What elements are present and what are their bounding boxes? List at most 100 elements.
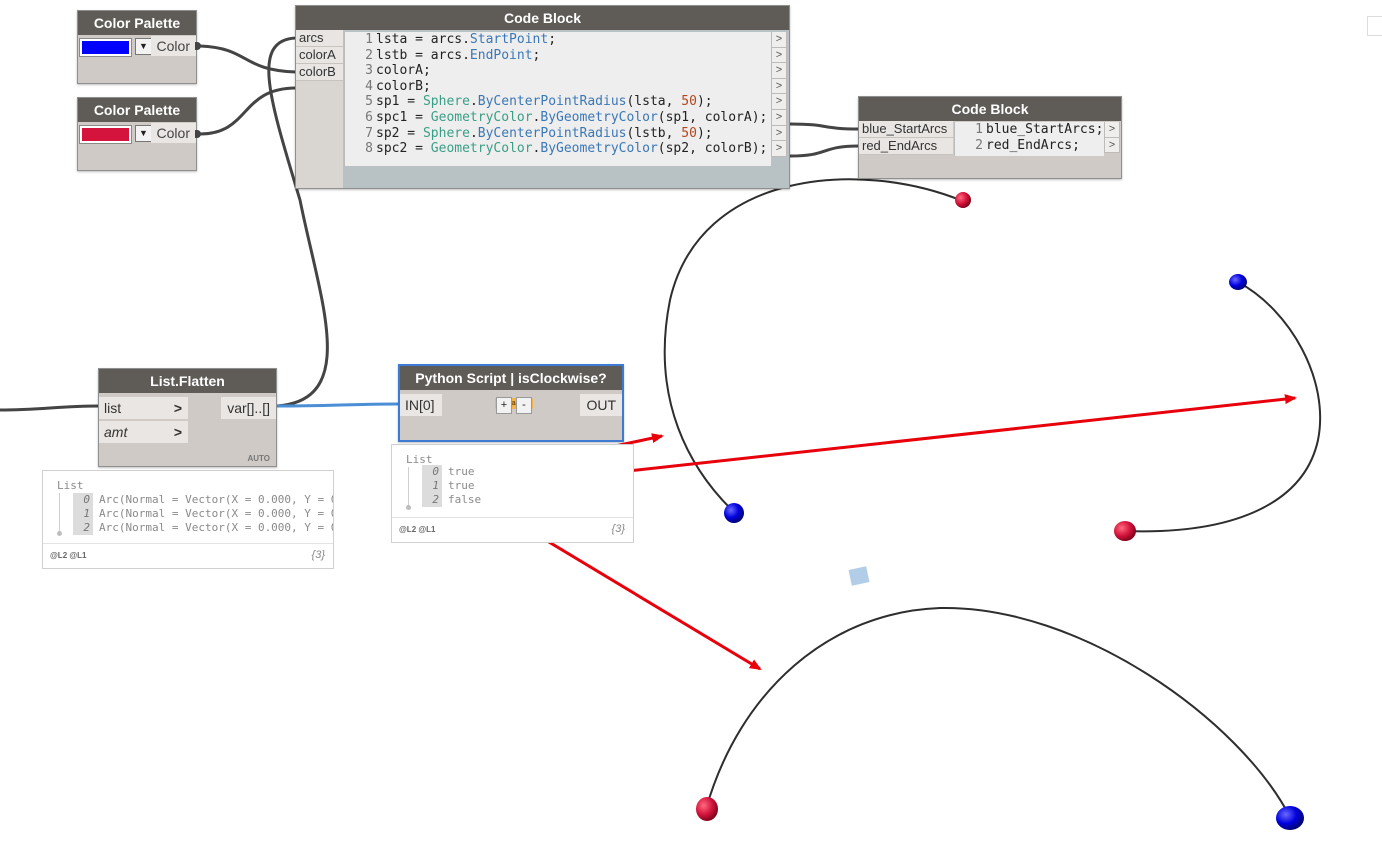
output-port-var[interactable]: var[]..[] — [221, 397, 276, 419]
list-flatten-node[interactable]: List.Flatten list > amt > var[]..[] AUTO — [98, 368, 277, 467]
output-port-line-1[interactable]: > — [771, 32, 787, 48]
input-port-in0[interactable]: IN[0] — [400, 394, 442, 416]
output-port-line-8[interactable]: > — [771, 141, 787, 157]
input-port-list[interactable]: list > — [99, 397, 188, 419]
line-number: 2 — [975, 137, 983, 153]
line-number: 8 — [365, 141, 373, 157]
output-port-color[interactable]: Color — [150, 123, 196, 143]
start-point-sphere-3 — [1276, 806, 1304, 830]
code-line[interactable]: 2 red_EndArcs; — [955, 138, 1104, 154]
chevron-down-icon[interactable]: ▼ — [135, 38, 152, 55]
origin-marker-icon — [848, 566, 870, 586]
list-count: {3} — [311, 549, 325, 561]
code-text[interactable]: sp1 = Sphere.ByCenterPointRadius(lsta, 5… — [376, 94, 713, 109]
input-port-blue-startarcs[interactable]: blue_StartArcs — [859, 121, 953, 138]
output-port-line-6[interactable]: > — [771, 109, 787, 126]
output-port-out[interactable]: OUT — [580, 394, 622, 416]
code-line[interactable]: 7 sp2 = Sphere.ByCenterPointRadius(lstb, … — [345, 126, 771, 142]
output-port-line-5[interactable]: > — [771, 94, 787, 110]
add-input-button[interactable]: + — [496, 397, 512, 414]
list-item: 1 Arc(Normal = Vector(X = 0.000, Y = 0 — [73, 507, 333, 521]
code-line[interactable]: 6 spc1 = GeometryColor.ByGeometryColor(sp… — [345, 110, 771, 126]
arc-geometry-1 — [663, 178, 961, 514]
line-number: 1 — [365, 32, 373, 47]
code-line[interactable]: 8 spc2 = GeometryColor.ByGeometryColor(sp… — [345, 141, 771, 157]
end-point-sphere-3 — [696, 797, 718, 821]
code-line[interactable]: 3 colorA; — [345, 63, 771, 79]
input-port-label: list — [104, 400, 122, 416]
line-number: 7 — [365, 125, 373, 141]
start-point-sphere-2 — [1229, 274, 1247, 290]
list-levels[interactable]: @L2 @L1 — [50, 551, 87, 560]
code-line[interactable]: 5 sp1 = Sphere.ByCenterPointRadius(lsta, … — [345, 94, 771, 110]
node-title: List.Flatten — [99, 369, 276, 393]
code-block-node-output[interactable]: Code Block blue_StartArcs red_EndArcs 1b… — [858, 96, 1122, 179]
code-text[interactable]: colorB; — [376, 79, 431, 94]
node-title: Code Block — [296, 6, 789, 30]
code-text[interactable]: spc1 = GeometryColor.ByGeometryColor(sp1… — [376, 110, 767, 125]
output-port-color[interactable]: Color — [150, 36, 196, 56]
code-text[interactable]: lstb = arcs.EndPoint; — [376, 48, 540, 63]
chevron-down-icon[interactable]: ▼ — [135, 125, 152, 142]
input-port-label: amt — [104, 424, 128, 440]
output-port-line-3[interactable]: > — [771, 63, 787, 79]
code-text[interactable]: colorA; — [376, 63, 431, 78]
output-port-line-2[interactable]: > — [771, 47, 787, 64]
preview-list-header: List — [57, 479, 84, 492]
output-port-line-1[interactable]: > — [1104, 122, 1120, 138]
code-line[interactable]: 4 colorB; — [345, 79, 771, 95]
node-title: Code Block — [859, 97, 1121, 121]
start-point-sphere-1 — [724, 503, 744, 523]
navigation-corner-button[interactable] — [1367, 16, 1382, 36]
input-port-red-endarcs[interactable]: red_EndArcs — [859, 138, 953, 155]
code-editor[interactable]: 1 lsta = arcs.StartPoint; 2 lstb = arcs.End… — [344, 32, 771, 166]
input-port-colorB[interactable]: colorB — [296, 64, 343, 81]
list-flatten-preview[interactable]: List 0 Arc(Normal = Vector(X = 0.000, Y =… — [42, 470, 334, 569]
remove-input-button[interactable]: - — [516, 397, 532, 414]
color-palette-node-red[interactable]: Color Palette ▼ Color — [77, 97, 197, 171]
python-script-node[interactable]: Python Script | isClockwise?Renamed IN[0… — [398, 364, 624, 442]
color-palette-node-blue[interactable]: Color Palette ▼ Color — [77, 10, 197, 84]
output-ports: > > — [1104, 122, 1120, 154]
color-swatch-red[interactable] — [79, 125, 132, 144]
code-editor[interactable]: 1 blue_StartArcs; 2 red_EndArcs; — [954, 122, 1104, 156]
code-text[interactable]: lsta = arcs.StartPoint; — [376, 32, 556, 47]
line-number: 2 — [365, 47, 373, 63]
line-number: 6 — [365, 109, 373, 125]
output-port-line-2[interactable]: > — [1104, 137, 1120, 154]
chevron-right-icon: > — [173, 400, 182, 416]
code-block-node-main[interactable]: Code Block arcs colorA colorB 1 lsta = ar… — [295, 5, 790, 189]
lacing-label[interactable]: AUTO — [247, 454, 270, 463]
code-text[interactable]: red_EndArcs; — [986, 138, 1080, 153]
end-point-sphere-2 — [1114, 521, 1136, 541]
list-item: 1 true — [422, 479, 475, 493]
output-port-line-7[interactable]: > — [771, 125, 787, 142]
list-count: {3} — [611, 523, 625, 535]
output-ports: > > > > > > > > — [771, 32, 787, 157]
list-item: 0 true — [422, 465, 475, 479]
line-number: 5 — [365, 94, 373, 110]
input-port-colorA[interactable]: colorA — [296, 47, 343, 64]
code-text[interactable]: sp2 = Sphere.ByCenterPointRadius(lstb, 5… — [376, 126, 713, 141]
code-line[interactable]: 1 blue_StartArcs; — [955, 122, 1104, 138]
input-port-amt[interactable]: amt > — [99, 421, 188, 443]
node-title: Python Script | isClockwise?Renamed — [400, 366, 622, 409]
python-output-preview[interactable]: List 0 true 1 true 2 false @L2 @L1 {3} — [391, 444, 634, 543]
code-line[interactable]: 2 lstb = arcs.EndPoint; — [345, 48, 771, 64]
code-line[interactable]: 1 lsta = arcs.StartPoint; — [345, 32, 771, 48]
node-title: Color Palette — [78, 98, 196, 122]
input-port-arcs[interactable]: arcs — [296, 30, 343, 47]
list-levels[interactable]: @L2 @L1 — [399, 525, 436, 534]
color-swatch-blue[interactable] — [79, 38, 132, 57]
line-number: 3 — [365, 63, 373, 79]
output-port-line-4[interactable]: > — [771, 78, 787, 95]
end-point-sphere-1 — [955, 192, 971, 208]
code-text[interactable]: blue_StartArcs; — [986, 122, 1103, 137]
list-item: 0 Arc(Normal = Vector(X = 0.000, Y = 0 — [73, 493, 333, 507]
chevron-right-icon: > — [173, 424, 182, 440]
python-node-title: Python Script | isClockwise? — [415, 370, 607, 386]
node-title: Color Palette — [78, 11, 196, 35]
line-number: 1 — [975, 122, 983, 137]
code-text[interactable]: spc2 = GeometryColor.ByGeometryColor(sp2… — [376, 141, 767, 156]
list-item: 2 false — [422, 493, 481, 507]
